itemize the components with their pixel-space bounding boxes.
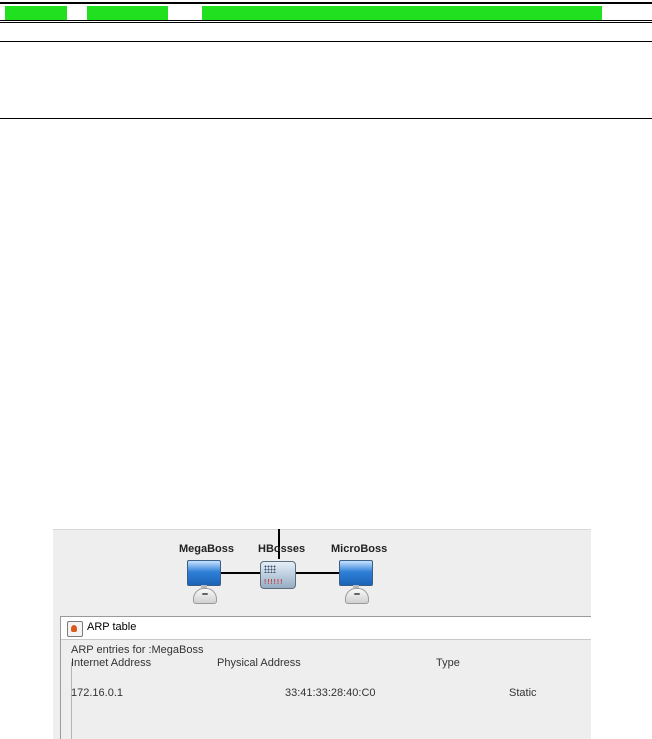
device-label-microboss: MicroBoss xyxy=(331,543,388,555)
screenshot-border xyxy=(53,529,591,530)
window-title: ARP table xyxy=(87,621,137,633)
java-app-icon xyxy=(67,621,83,637)
computer-icon-megaboss[interactable] xyxy=(187,560,221,604)
switch-ports: !!!!!! xyxy=(263,578,283,586)
window-title-bar[interactable]: ARP table xyxy=(61,617,591,640)
separator-line xyxy=(0,20,652,21)
device-label-megaboss: MegaBoss xyxy=(179,543,235,555)
separator-line xyxy=(0,41,652,42)
arp-row-type: Static xyxy=(509,687,537,699)
switch-icon-hbosses[interactable]: !!!!!! xyxy=(260,561,296,589)
cable-hbosses-microboss xyxy=(295,572,339,574)
monitor-screen xyxy=(339,560,373,586)
switch-vent xyxy=(264,565,276,573)
arp-row-internet-address: 172.16.0.1 xyxy=(71,687,123,699)
network-topology-screenshot: MegaBoss HBosses MicroBoss !!!!!! ARP ta… xyxy=(53,529,591,739)
text-area-border xyxy=(71,662,72,739)
monitor-screen xyxy=(187,560,221,586)
column-header-physical-address: Physical Address xyxy=(217,657,301,669)
cable-megaboss-hbosses xyxy=(221,572,261,574)
arp-table-window[interactable]: ARP table ARP entries for :MegaBoss Inte… xyxy=(60,616,591,739)
device-label-hbosses: HBosses xyxy=(258,543,306,555)
computer-base xyxy=(193,588,217,604)
arp-table-body: ARP entries for :MegaBoss Internet Addre… xyxy=(63,641,591,739)
column-header-type: Type xyxy=(436,657,460,669)
separator-line xyxy=(0,118,652,119)
computer-base xyxy=(345,588,369,604)
progress-segment-3 xyxy=(202,6,602,20)
separator-line xyxy=(0,22,652,23)
progress-segment-2 xyxy=(87,6,168,20)
progress-segment-1 xyxy=(5,6,67,20)
arp-row-physical-address: 33:41:33:28:40:C0 xyxy=(285,687,376,699)
top-border-line-2 xyxy=(0,3,652,4)
arp-heading: ARP entries for :MegaBoss xyxy=(71,644,204,656)
column-header-internet-address: Internet Address xyxy=(71,657,152,669)
computer-icon-microboss[interactable] xyxy=(339,560,373,604)
